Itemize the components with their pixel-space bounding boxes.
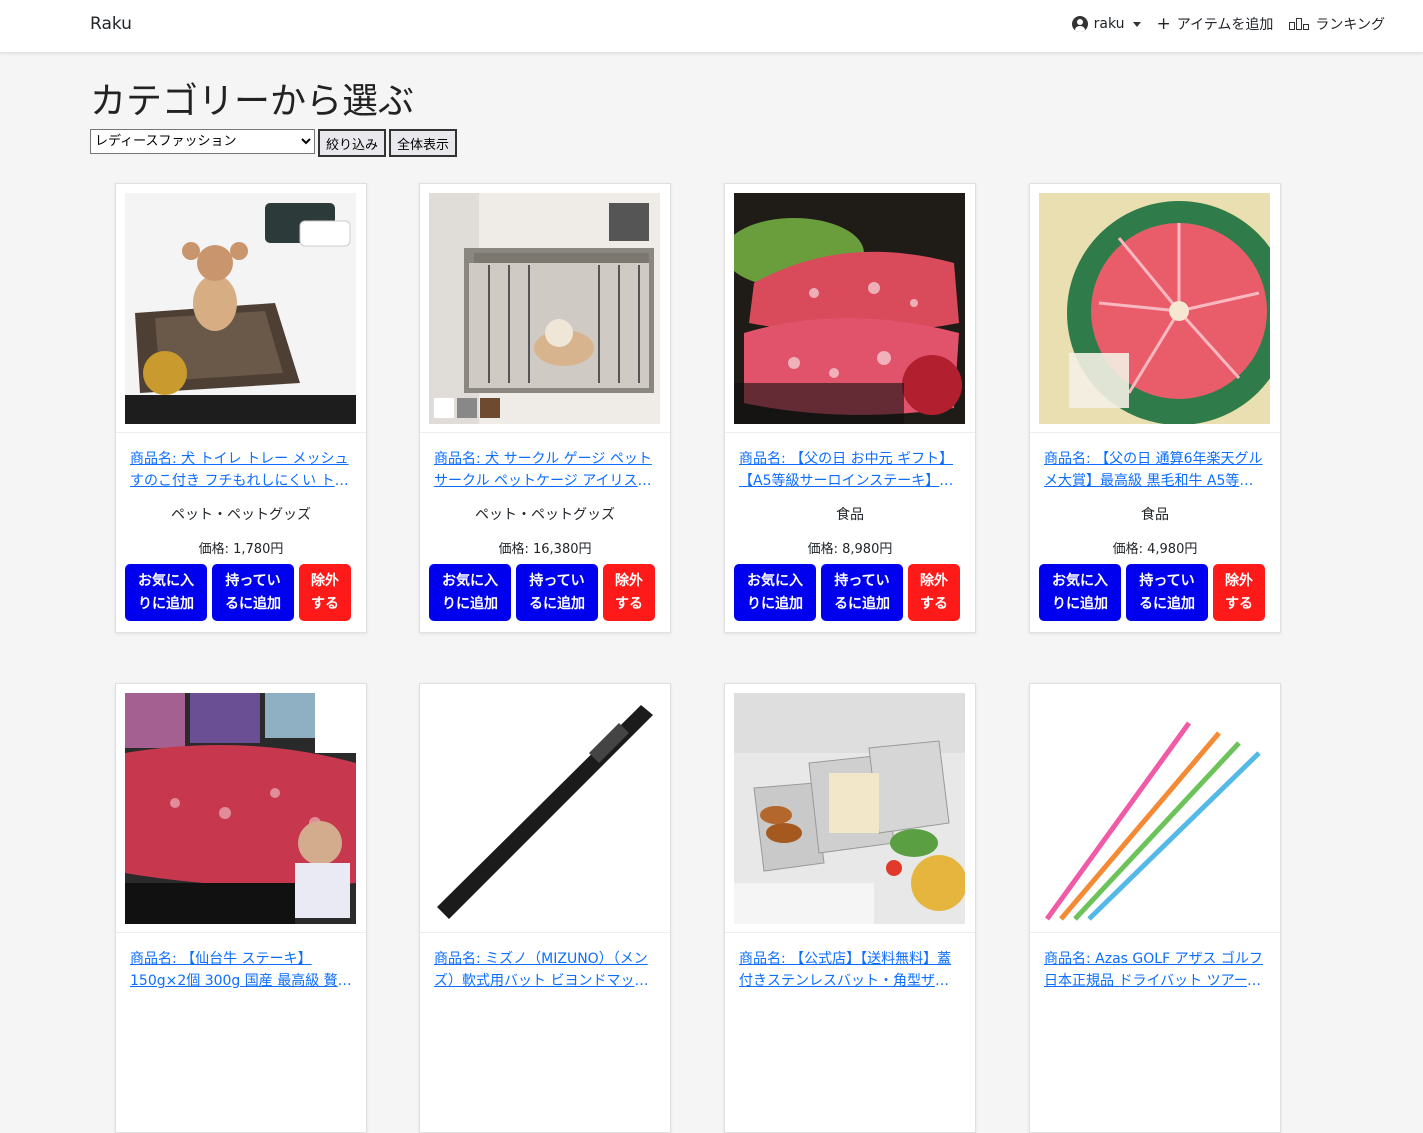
- navbar: Raku raku + アイテムを追加 ランキング: [0, 0, 1423, 53]
- ranking-link[interactable]: ランキング: [1289, 14, 1385, 34]
- product-actions: お気に入りに追加 持っているに追加 除外する: [429, 564, 655, 621]
- add-item-link[interactable]: + アイテムを追加: [1157, 14, 1274, 34]
- category-filter: レディースファッション 絞り込み 全体表示: [90, 129, 458, 157]
- product-card: 商品名: 【父の日 お中元 ギフト】【A5等級サーロインステーキ】黒毛和牛 食品…: [724, 183, 976, 633]
- exclude-button[interactable]: 除外する: [299, 564, 351, 621]
- product-card: 商品名: 【公式店】【送料無料】蓋付きステンレスバット・角型ザル セット: [724, 683, 976, 1133]
- product-card: 商品名: Azas GOLF アザス ゴルフ 日本正規品 ドライバット ツアープ…: [1029, 683, 1281, 1133]
- product-image[interactable]: [125, 693, 356, 924]
- product-name-link[interactable]: 商品名: 犬 トイレ トレー メッシュ すのこ付き フチもれしにくい トイレトレ…: [130, 448, 352, 492]
- ranking-label: ランキング: [1315, 17, 1385, 33]
- product-image[interactable]: [1039, 693, 1270, 924]
- category-select[interactable]: レディースファッション: [90, 129, 315, 154]
- product-price: 価格: 16,380円: [498, 542, 592, 557]
- product-card: 商品名: ミズノ（MIZUNO）（メンズ）軟式用バット ビヨンドマックス: [419, 683, 671, 1133]
- product-name-link[interactable]: 商品名: 犬 サークル ゲージ ペット サークル ペットケージ アイリスオーヤマ: [434, 448, 656, 492]
- add-favorite-button[interactable]: お気に入りに追加: [1039, 564, 1121, 621]
- exclude-button[interactable]: 除外する: [1213, 564, 1265, 621]
- show-all-button[interactable]: 全体表示: [389, 129, 458, 157]
- product-price: 価格: 8,980円: [807, 542, 893, 557]
- product-price: 価格: 4,980円: [1112, 542, 1198, 557]
- product-actions: お気に入りに追加 持っているに追加 除外する: [734, 564, 960, 621]
- product-image[interactable]: [429, 193, 660, 424]
- add-favorite-button[interactable]: お気に入りに追加: [734, 564, 816, 621]
- product-name-link[interactable]: 商品名: Azas GOLF アザス ゴルフ 日本正規品 ドライバット ツアープ…: [1044, 948, 1266, 992]
- user-menu[interactable]: raku: [1071, 16, 1141, 32]
- user-name: raku: [1093, 16, 1125, 32]
- chevron-down-icon: [1132, 21, 1141, 27]
- nav-right: raku + アイテムを追加 ランキング: [1071, 14, 1385, 34]
- filter-button[interactable]: 絞り込み: [318, 129, 387, 157]
- divider: [1030, 432, 1280, 433]
- add-favorite-button[interactable]: お気に入りに追加: [429, 564, 511, 621]
- product-price: 価格: 1,780円: [198, 542, 284, 557]
- divider: [725, 432, 975, 433]
- product-actions: お気に入りに追加 持っているに追加 除外する: [125, 564, 351, 621]
- page-title: カテゴリーから選ぶ: [90, 81, 415, 122]
- add-owned-button[interactable]: 持っているに追加: [1126, 564, 1208, 621]
- product-image[interactable]: [125, 193, 356, 424]
- divider: [116, 932, 366, 933]
- exclude-button[interactable]: 除外する: [603, 564, 655, 621]
- divider: [725, 932, 975, 933]
- divider: [420, 432, 670, 433]
- product-category: 食品: [836, 507, 864, 523]
- product-category: ペット・ペットグッズ: [171, 507, 311, 523]
- ranking-icon: [1289, 18, 1310, 30]
- product-card: 商品名: 【父の日 通算6年楽天グルメ大賞】最高級 黒毛和牛 A5等級 すき焼き…: [1029, 183, 1281, 633]
- add-owned-button[interactable]: 持っているに追加: [516, 564, 598, 621]
- product-image[interactable]: [429, 693, 660, 924]
- product-name-link[interactable]: 商品名: 【父の日 通算6年楽天グルメ大賞】最高級 黒毛和牛 A5等級 すき焼き: [1044, 448, 1266, 492]
- product-card: 商品名: 犬 トイレ トレー メッシュ すのこ付き フチもれしにくい トイレトレ…: [115, 183, 367, 633]
- divider: [116, 432, 366, 433]
- add-owned-button[interactable]: 持っているに追加: [212, 564, 294, 621]
- product-image[interactable]: [1039, 193, 1270, 424]
- add-item-label: アイテムを追加: [1176, 17, 1274, 33]
- product-actions: お気に入りに追加 持っているに追加 除外する: [1039, 564, 1265, 621]
- product-card: 商品名: 【仙台牛 ステーキ】150g×2個 300g 国産 最高級 贅沢 ギフ…: [115, 683, 367, 1133]
- product-name-link[interactable]: 商品名: ミズノ（MIZUNO）（メンズ）軟式用バット ビヨンドマックス: [434, 948, 656, 992]
- plus-icon: +: [1156, 13, 1171, 34]
- divider: [420, 932, 670, 933]
- product-category: 食品: [1141, 507, 1169, 523]
- add-owned-button[interactable]: 持っているに追加: [821, 564, 903, 621]
- divider: [1030, 932, 1280, 933]
- exclude-button[interactable]: 除外する: [908, 564, 960, 621]
- add-favorite-button[interactable]: お気に入りに追加: [125, 564, 207, 621]
- product-name-link[interactable]: 商品名: 【公式店】【送料無料】蓋付きステンレスバット・角型ザル セット: [739, 948, 961, 992]
- product-name-link[interactable]: 商品名: 【仙台牛 ステーキ】150g×2個 300g 国産 最高級 贅沢 ギフ…: [130, 948, 352, 992]
- product-image[interactable]: [734, 193, 965, 424]
- product-category: ペット・ペットグッズ: [475, 507, 615, 523]
- product-image[interactable]: [734, 693, 965, 924]
- user-icon: [1071, 16, 1088, 32]
- product-card: 商品名: 犬 サークル ゲージ ペット サークル ペットケージ アイリスオーヤマ…: [419, 183, 671, 633]
- brand-logo[interactable]: Raku: [90, 14, 132, 34]
- product-name-link[interactable]: 商品名: 【父の日 お中元 ギフト】【A5等級サーロインステーキ】黒毛和牛: [739, 448, 961, 492]
